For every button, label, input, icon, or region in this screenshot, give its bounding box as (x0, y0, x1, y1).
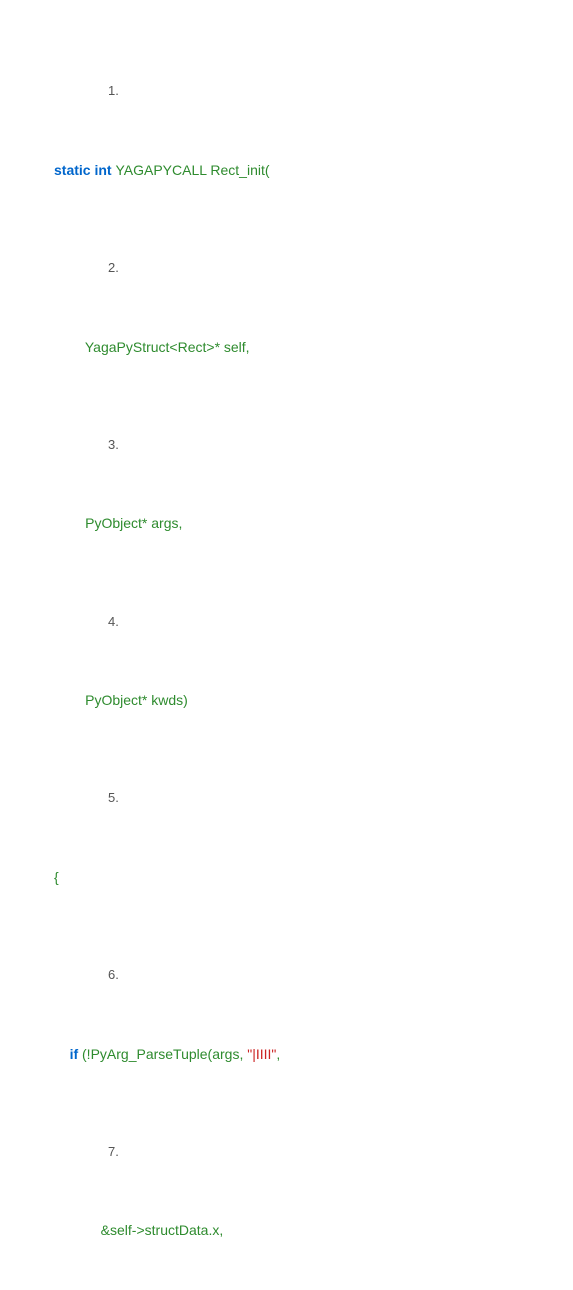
code-line: 1. (54, 63, 573, 122)
line-number: 5. (108, 789, 119, 807)
code-line: 5. (54, 770, 573, 829)
code-line: 2. (54, 240, 573, 299)
code-listing: 1. static int YAGAPYCALL Rect_init( 2. Y… (54, 4, 573, 1290)
indent (54, 1046, 70, 1062)
line-number: 4. (108, 613, 119, 631)
code-text: PyObject* kwds) (54, 692, 188, 708)
code-line: YagaPyStruct<Rect>* self, (54, 338, 573, 358)
code-line: 6. (54, 947, 573, 1006)
code-text: &self->structData.x, (54, 1222, 223, 1238)
code-text: (!PyArg_ParseTuple(args, (82, 1046, 247, 1062)
line-number: 6. (108, 966, 119, 984)
code-line: PyObject* args, (54, 514, 573, 534)
code-line: 7. (54, 1123, 573, 1182)
code-text: YagaPyStruct<Rect>* self, (54, 339, 250, 355)
line-number: 2. (108, 259, 119, 277)
string-literal: "|IIII" (247, 1046, 276, 1062)
code-line: 3. (54, 416, 573, 475)
keyword: static int (54, 162, 115, 178)
code-line: static int YAGAPYCALL Rect_init( (54, 161, 573, 181)
line-number: 7. (108, 1143, 119, 1161)
code-text: PyObject* args, (54, 515, 182, 531)
code-line: 4. (54, 593, 573, 652)
code-text: YAGAPYCALL Rect_init( (115, 162, 269, 178)
keyword: if (70, 1046, 82, 1062)
code-text: , (276, 1046, 280, 1062)
code-line: PyObject* kwds) (54, 691, 573, 711)
code-line: &self->structData.x, (54, 1221, 573, 1241)
code-line: { (54, 868, 573, 888)
line-number: 1. (108, 82, 119, 100)
line-number: 3. (108, 436, 119, 454)
code-line: if (!PyArg_ParseTuple(args, "|IIII", (54, 1045, 573, 1065)
brace: { (54, 869, 59, 885)
